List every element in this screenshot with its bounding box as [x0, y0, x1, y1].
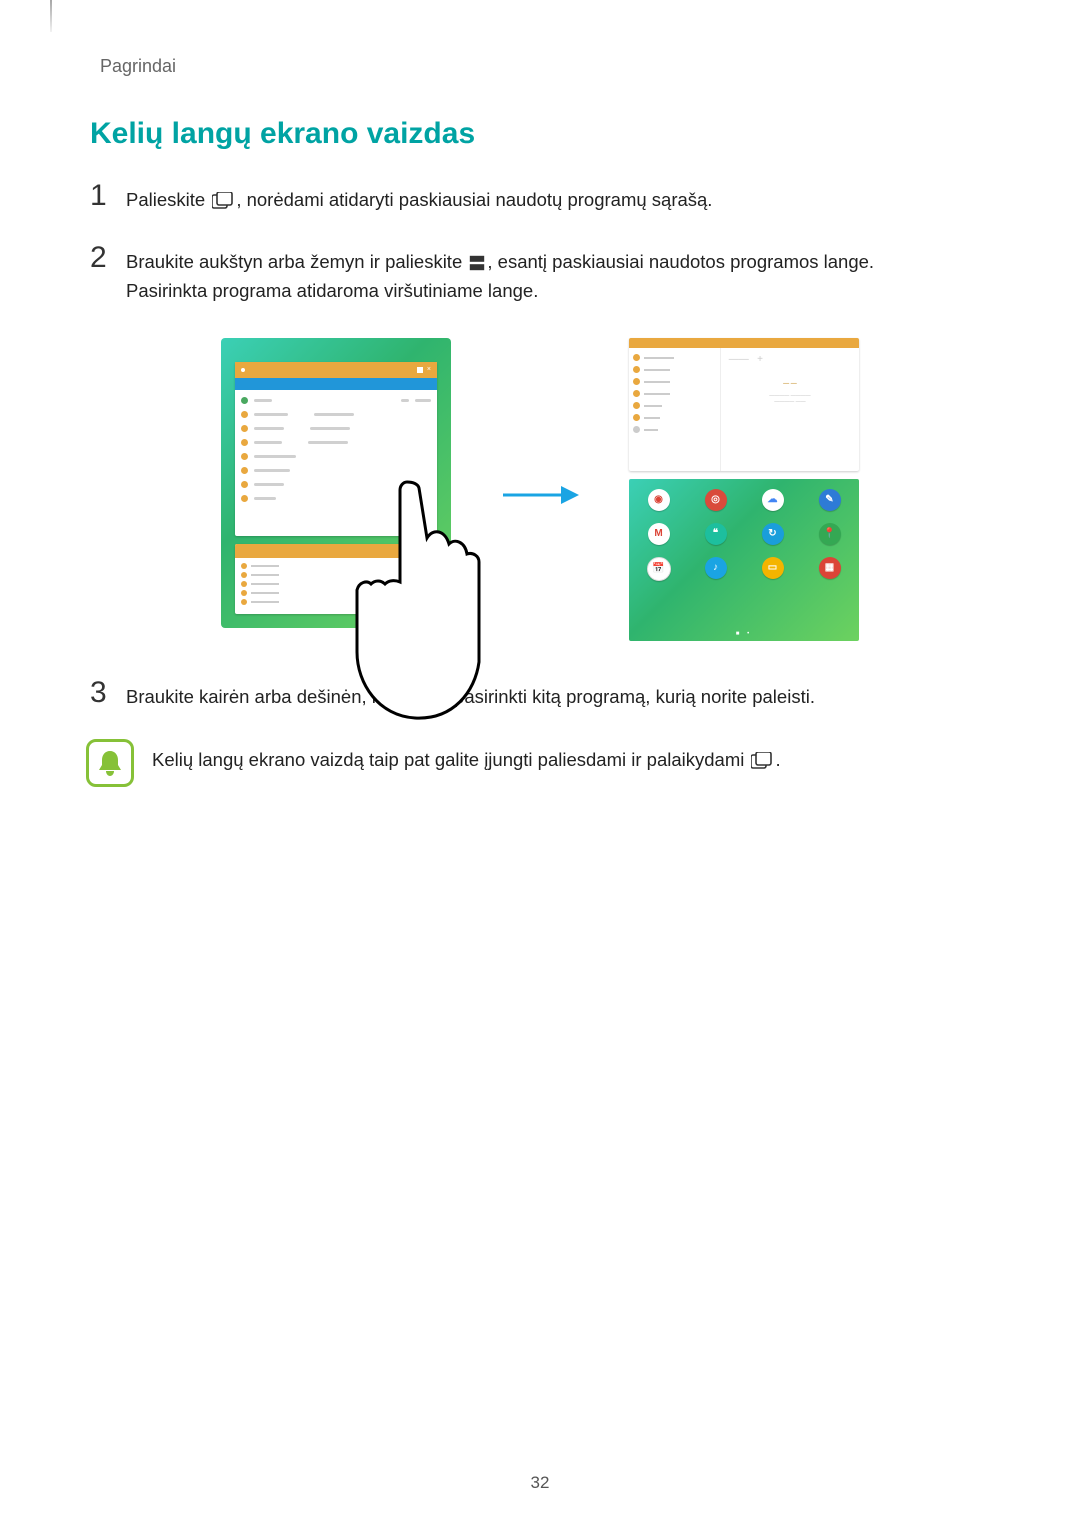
step-body: Palieskite , norėdami atidaryti paskiaus… — [126, 181, 712, 215]
step-body: Braukite kairėn arba dešinėn, norėdami p… — [126, 678, 815, 712]
step-number: 2 — [90, 243, 126, 273]
note-text-before: Kelių langų ekrano vaizdą taip pat galit… — [152, 749, 749, 770]
recent-apps-icon — [751, 752, 773, 769]
step-body: Braukite aukštyn arba žemyn ir palieskit… — [126, 243, 874, 306]
tip-note: Kelių langų ekrano vaizdą taip pat galit… — [90, 739, 990, 787]
page-binding-mark — [50, 0, 52, 32]
note-text-after: . — [775, 749, 780, 770]
step-text-line2: Pasirinkta programa atidaroma viršutinia… — [126, 276, 874, 306]
mock-home-grid: ◉ ◎ ☁ ✎ M ❝ ↻ 📍 📅 ♪ ▭ ▦ — [637, 489, 851, 581]
instruction-figure: × — [90, 338, 990, 628]
mock-search-bar: × — [235, 362, 437, 378]
step-number: 3 — [90, 678, 126, 708]
recent-apps-icon — [212, 192, 234, 209]
mock-top-pane-header — [629, 338, 859, 348]
step-1: 1 Palieskite , norėdami atidaryti paskia… — [90, 181, 990, 215]
bell-icon — [86, 739, 134, 787]
split-screen-icon — [469, 255, 485, 271]
steps-list: 1 Palieskite , norėdami atidaryti paskia… — [90, 181, 990, 787]
note-body: Kelių langų ekrano vaizdą taip pat galit… — [152, 739, 781, 775]
step-text-before: Braukite aukštyn arba žemyn ir palieskit… — [126, 251, 467, 272]
step-3: 3 Braukite kairėn arba dešinėn, norėdami… — [90, 678, 990, 712]
figure-after-screen: —— + — — ———— ———— ———— —— ◉ ◎ ☁ — [629, 338, 859, 628]
page-number: 32 — [0, 1473, 1080, 1493]
step-text-after: , norėdami atidaryti paskiausiai naudotų… — [236, 189, 712, 210]
arrow-right-icon — [501, 454, 579, 511]
section-label: Pagrindai — [100, 56, 990, 77]
page-title: Kelių langų ekrano vaizdas — [90, 117, 990, 151]
manual-page: Pagrindai Kelių langų ekrano vaizdas 1 P… — [0, 0, 1080, 1527]
step-text-after: , esantį paskiausiai naudotos programos … — [487, 251, 874, 272]
mock-card-header — [235, 544, 437, 558]
step-2: 2 Braukite aukštyn arba žemyn ir paliesk… — [90, 243, 990, 306]
step-number: 1 — [90, 181, 126, 211]
step-text-before: Palieskite — [126, 189, 210, 210]
figure-before-screen: × — [221, 338, 451, 628]
